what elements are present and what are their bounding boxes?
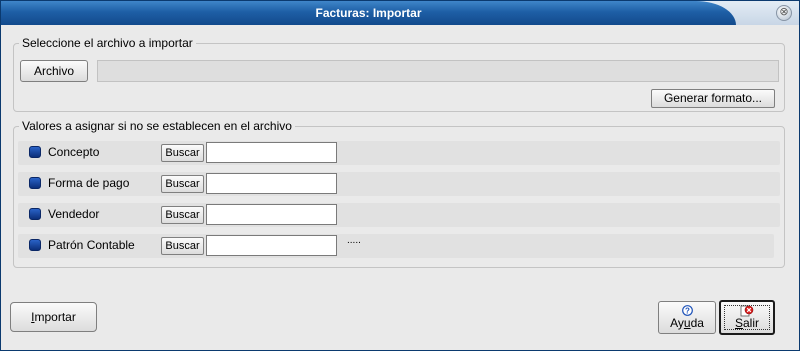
forma-de-pago-label: Forma de pago [48,176,130,190]
ayuda-button[interactable]: ? Ayuda [658,301,716,334]
salir-button[interactable]: Salir [719,300,775,335]
generar-formato-button[interactable]: Generar formato... [651,89,775,108]
default-values-legend: Valores a asignar si no se establecen en… [19,119,295,133]
concepto-bullet-icon [29,146,41,158]
importar-button[interactable]: Importar [10,302,97,332]
patron-contable-description: ..... [347,235,361,246]
ayuda-label-pre: Ay [670,316,684,330]
forma-de-pago-input[interactable] [206,173,337,194]
forma-de-pago-row [18,172,780,196]
ayuda-mnemonic: u [683,316,691,330]
concepto-input[interactable] [206,142,337,163]
archivo-button[interactable]: Archivo [20,60,88,82]
forma-de-pago-bullet-icon [29,177,41,189]
title-bar: Facturas: Importar ⊗ [1,1,799,25]
patron-contable-input[interactable] [206,235,337,256]
vendedor-buscar-button[interactable]: Buscar [161,206,204,224]
vendedor-input[interactable] [206,204,337,225]
concepto-buscar-button[interactable]: Buscar [161,144,204,162]
window-title: Facturas: Importar [315,6,422,20]
patron-contable-buscar-button[interactable]: Buscar [161,237,204,255]
forma-de-pago-buscar-button[interactable]: Buscar [161,175,204,193]
file-selection-legend: Seleccione el archivo a importar [19,36,196,50]
vendedor-label: Vendedor [48,207,100,221]
help-icon: ? [681,305,693,316]
svg-text:?: ? [685,307,690,316]
concepto-row [18,141,780,165]
dialog-body: Seleccione el archivo a importar Archivo… [4,25,796,347]
vendedor-row [18,203,780,227]
ayuda-label-post: da [690,316,704,330]
patron-contable-bullet-icon [29,239,41,251]
vendedor-bullet-icon [29,208,41,220]
concepto-label: Concepto [48,145,100,159]
patron-contable-label: Patrón Contable [48,238,135,252]
exit-icon [740,305,754,317]
import-dialog: Facturas: Importar ⊗ Seleccione el archi… [0,0,800,351]
importar-label: mportar [34,310,76,324]
close-button[interactable]: ⊗ [776,5,792,21]
file-path-field [97,60,779,82]
